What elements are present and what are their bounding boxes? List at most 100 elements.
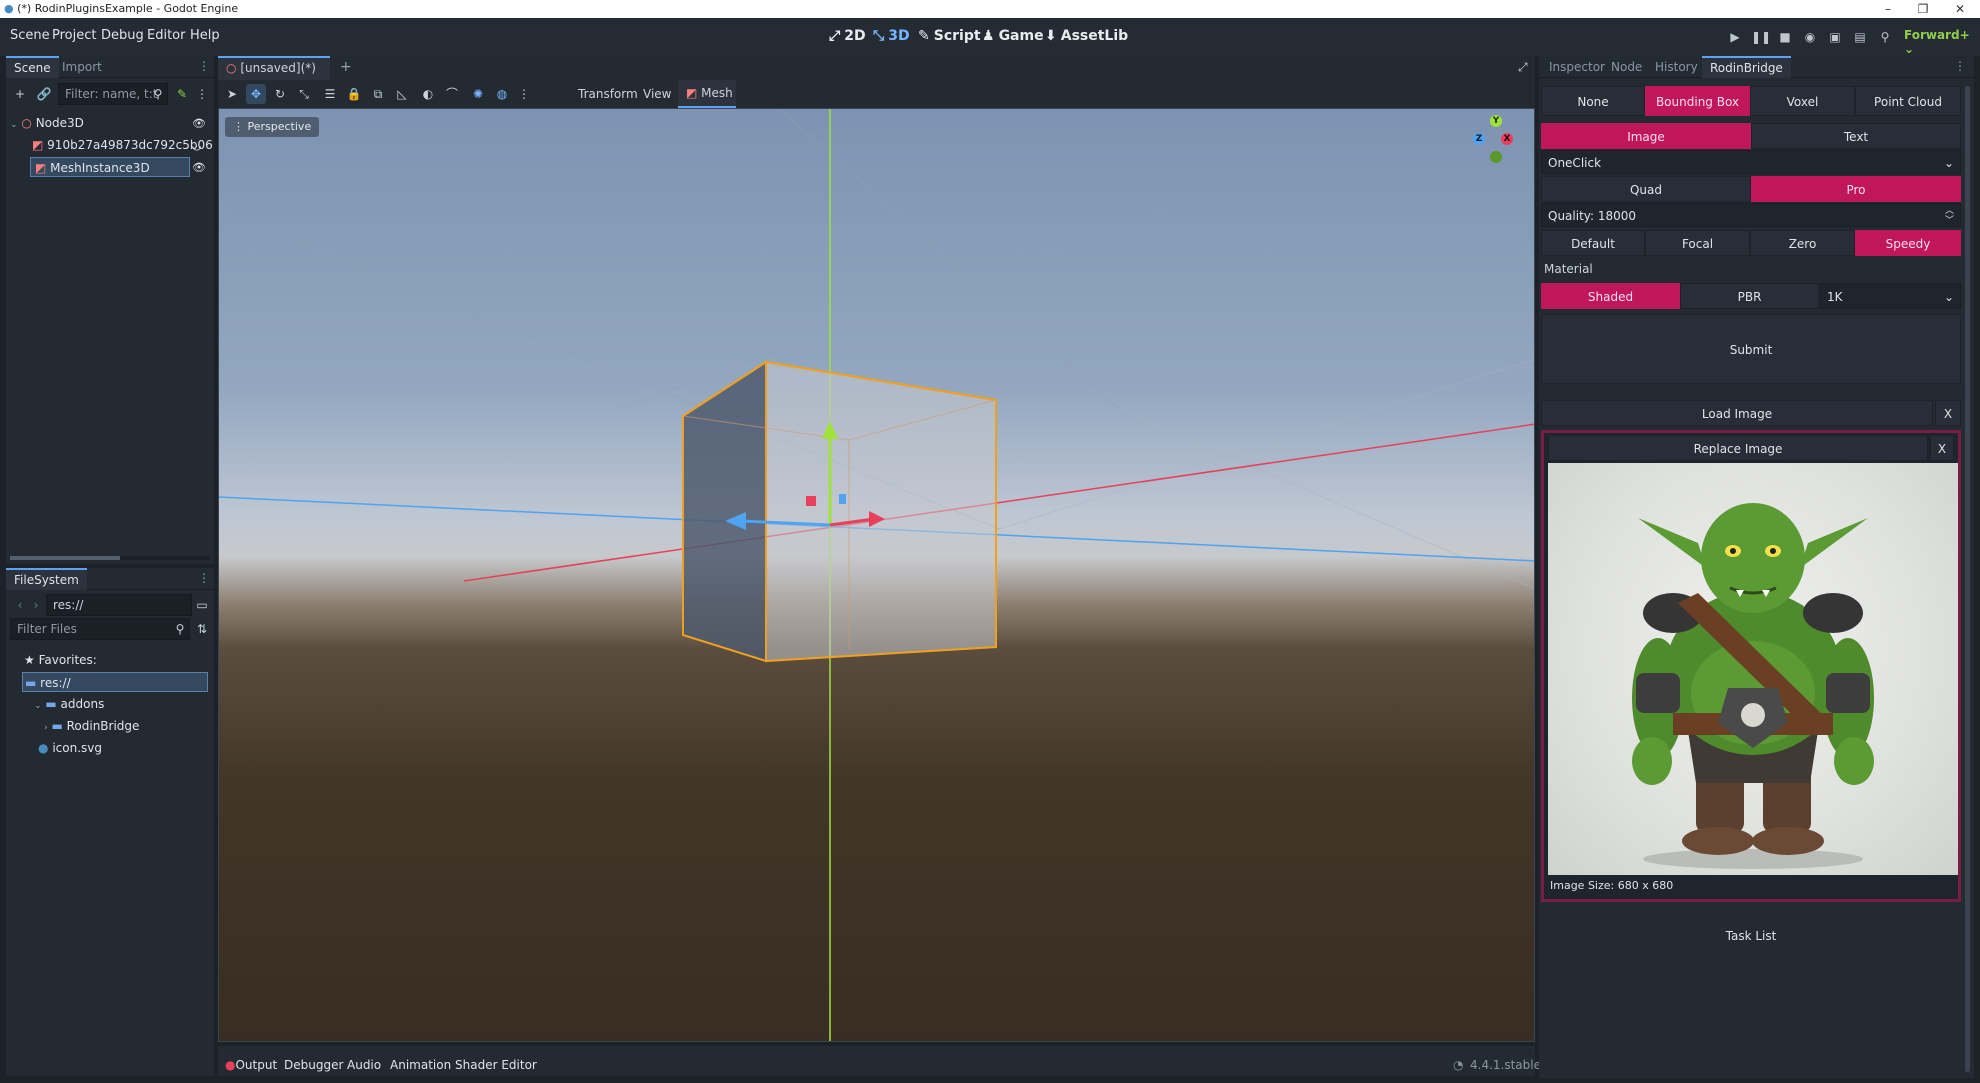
filesystem-path-input[interactable]: res:// <box>46 594 192 616</box>
view-menu[interactable]: View <box>643 87 671 101</box>
scene-tab-unsaved[interactable]: ○ [unsaved](*) ✕ <box>218 56 330 95</box>
inspector-scrollbar[interactable] <box>1965 86 1970 1072</box>
mode-point-cloud-button[interactable]: Point Cloud <box>1855 86 1961 116</box>
tab-import[interactable]: Import <box>54 56 110 78</box>
material-shaded-button[interactable]: Shaded <box>1541 283 1680 309</box>
workspace-script[interactable]: ✎ Script <box>918 28 981 44</box>
mode-voxel-button[interactable]: Voxel <box>1750 86 1855 116</box>
input-image-button[interactable]: Image <box>1541 123 1751 149</box>
tab-node[interactable]: Node <box>1603 56 1650 78</box>
split-mode-icon[interactable]: ▭ <box>192 595 212 615</box>
gizmo-y-handle[interactable]: Y <box>1490 115 1502 127</box>
mesh-quad-button[interactable]: Quad <box>1541 176 1751 202</box>
scale-mode-icon[interactable]: ⤡ <box>294 84 314 104</box>
orientation-gizmo[interactable]: Y Z X <box>1469 113 1529 173</box>
play-scene-icon[interactable]: ▣ <box>1826 28 1844 46</box>
attach-script-icon[interactable]: ✎ <box>172 84 192 104</box>
menu-help[interactable]: Help <box>190 28 220 43</box>
group-icon[interactable]: ⧉ <box>368 84 388 104</box>
output-tab[interactable]: ●Output <box>225 1058 277 1072</box>
open-scene-icon[interactable]: ◡ <box>192 139 202 152</box>
ruler-icon[interactable]: ◺ <box>392 84 412 104</box>
visibility-eye-icon[interactable]: 👁 <box>192 161 206 174</box>
mesh-instance-box[interactable] <box>682 360 997 663</box>
tab-scene[interactable]: Scene <box>6 56 59 78</box>
transform-menu[interactable]: Transform <box>578 87 638 101</box>
menu-project[interactable]: Project <box>52 28 96 43</box>
workspace-game[interactable]: ♟ Game <box>982 28 1044 44</box>
menu-debug[interactable]: Debug <box>101 28 144 43</box>
maximize-button[interactable]: ❐ <box>1905 0 1941 18</box>
res-root-item[interactable]: ▬ res:// <box>22 672 208 692</box>
workspace-2d[interactable]: ⤢ 2D <box>829 28 866 44</box>
forward-arrow-icon[interactable]: › <box>26 595 46 615</box>
rotate-mode-icon[interactable]: ↻ <box>270 84 290 104</box>
remote-debug-icon[interactable]: ◉ <box>1801 28 1819 46</box>
list-select-icon[interactable]: ☰ <box>320 84 340 104</box>
perspective-menu[interactable]: ⋮ Perspective <box>225 117 320 137</box>
environment-preview-icon[interactable]: ◍ <box>492 84 512 104</box>
replace-image-close-button[interactable]: X <box>1930 435 1954 461</box>
favorites-item[interactable]: ★ Favorites: <box>24 650 97 670</box>
move-mode-icon[interactable]: ✥ <box>246 84 266 104</box>
sun-preview-icon[interactable]: ✺ <box>468 84 488 104</box>
tier-default-button[interactable]: Default <box>1541 230 1645 256</box>
dock-menu-icon[interactable]: ⋮ <box>198 59 210 73</box>
workspace-assetlib[interactable]: ⬇ AssetLib <box>1045 28 1128 44</box>
scene-menu-icon[interactable]: ⋮ <box>192 84 212 104</box>
local-space-icon[interactable]: ◐ <box>418 84 438 104</box>
resolution-select[interactable]: 1K ⌄ <box>1820 283 1961 309</box>
audio-tab[interactable]: Audio <box>347 1058 381 1072</box>
menu-scene[interactable]: Scene <box>10 28 50 43</box>
sort-icon[interactable]: ⇅ <box>192 619 212 639</box>
load-image-close-button[interactable]: X <box>1935 400 1961 426</box>
addons-folder-item[interactable]: ⌄ ▬ addons <box>34 694 104 714</box>
mode-none-button[interactable]: None <box>1541 86 1645 116</box>
3d-viewport[interactable]: ⋮ Perspective Y Z X <box>218 108 1535 1042</box>
tier-focal-button[interactable]: Focal <box>1645 230 1750 256</box>
mesh-menu[interactable]: ◩ Mesh <box>678 80 736 108</box>
task-list-button[interactable]: Task List <box>1541 920 1961 950</box>
tree-node-node3d[interactable]: ⌄ ○ Node3D <box>10 113 210 133</box>
add-node-icon[interactable]: + <box>10 84 30 104</box>
close-window-button[interactable]: ✕ <box>1942 0 1978 18</box>
play-icon[interactable]: ▶ <box>1726 28 1744 46</box>
horizontal-scrollbar[interactable] <box>10 556 210 560</box>
submit-button[interactable]: Submit <box>1541 314 1961 384</box>
gizmo-z-handle[interactable]: Z <box>1473 133 1485 145</box>
tab-rodinbridge[interactable]: RodinBridge <box>1702 56 1791 78</box>
play-custom-icon[interactable]: ▤ <box>1851 28 1869 46</box>
lock-icon[interactable]: 🔒 <box>344 84 364 104</box>
snap-icon[interactable]: ⌒ <box>442 84 462 104</box>
new-scene-tab-button[interactable]: + <box>340 59 352 75</box>
rodinbridge-folder-item[interactable]: › ▬ RodinBridge <box>44 716 139 736</box>
tree-node-mesh-glb[interactable]: ◩ 910b27a49873dc792c5b06 <box>32 135 213 155</box>
quality-value[interactable]: 18000 <box>1598 209 1636 223</box>
shader-editor-tab[interactable]: Shader Editor <box>455 1058 537 1072</box>
quality-spinbox[interactable]: Quality: 18000 ︿ ﹀ <box>1541 203 1961 227</box>
load-image-button[interactable]: Load Image <box>1541 400 1933 426</box>
spin-arrows-icon[interactable]: ︿ ﹀ <box>1945 206 1954 226</box>
material-pbr-button[interactable]: PBR <box>1680 283 1819 309</box>
debugger-tab[interactable]: Debugger <box>284 1058 343 1072</box>
viewport-canvas[interactable] <box>219 109 1535 1042</box>
tree-node-meshinstance3d[interactable]: ◩ MeshInstance3D <box>30 157 190 177</box>
gizmo-x-handle[interactable]: X <box>1501 133 1513 145</box>
animation-tab[interactable]: Animation <box>390 1058 451 1072</box>
renderer-selector[interactable]: Forward+ ⌄ <box>1904 28 1980 56</box>
input-text-button[interactable]: Text <box>1751 123 1961 149</box>
select-mode-icon[interactable]: ➤ <box>222 84 242 104</box>
tier-speedy-button[interactable]: Speedy <box>1855 230 1961 256</box>
tab-filesystem[interactable]: FileSystem <box>6 568 87 590</box>
visibility-eye-icon[interactable]: 👁 <box>192 117 206 130</box>
tier-zero-button[interactable]: Zero <box>1750 230 1855 256</box>
instance-scene-icon[interactable]: 🔗 <box>34 84 54 104</box>
stop-icon[interactable]: ■ <box>1776 28 1794 46</box>
gizmo-neg-y-handle[interactable] <box>1490 151 1502 163</box>
filter-files-input[interactable]: Filter Files <box>10 618 190 640</box>
pipeline-select[interactable]: OneClick ⌄ <box>1541 150 1961 174</box>
minimize-button[interactable]: – <box>1870 0 1906 18</box>
dock-menu-icon[interactable]: ⋮ <box>198 571 210 585</box>
tab-history[interactable]: History <box>1647 56 1706 78</box>
pause-icon[interactable]: ❚❚ <box>1751 28 1771 46</box>
